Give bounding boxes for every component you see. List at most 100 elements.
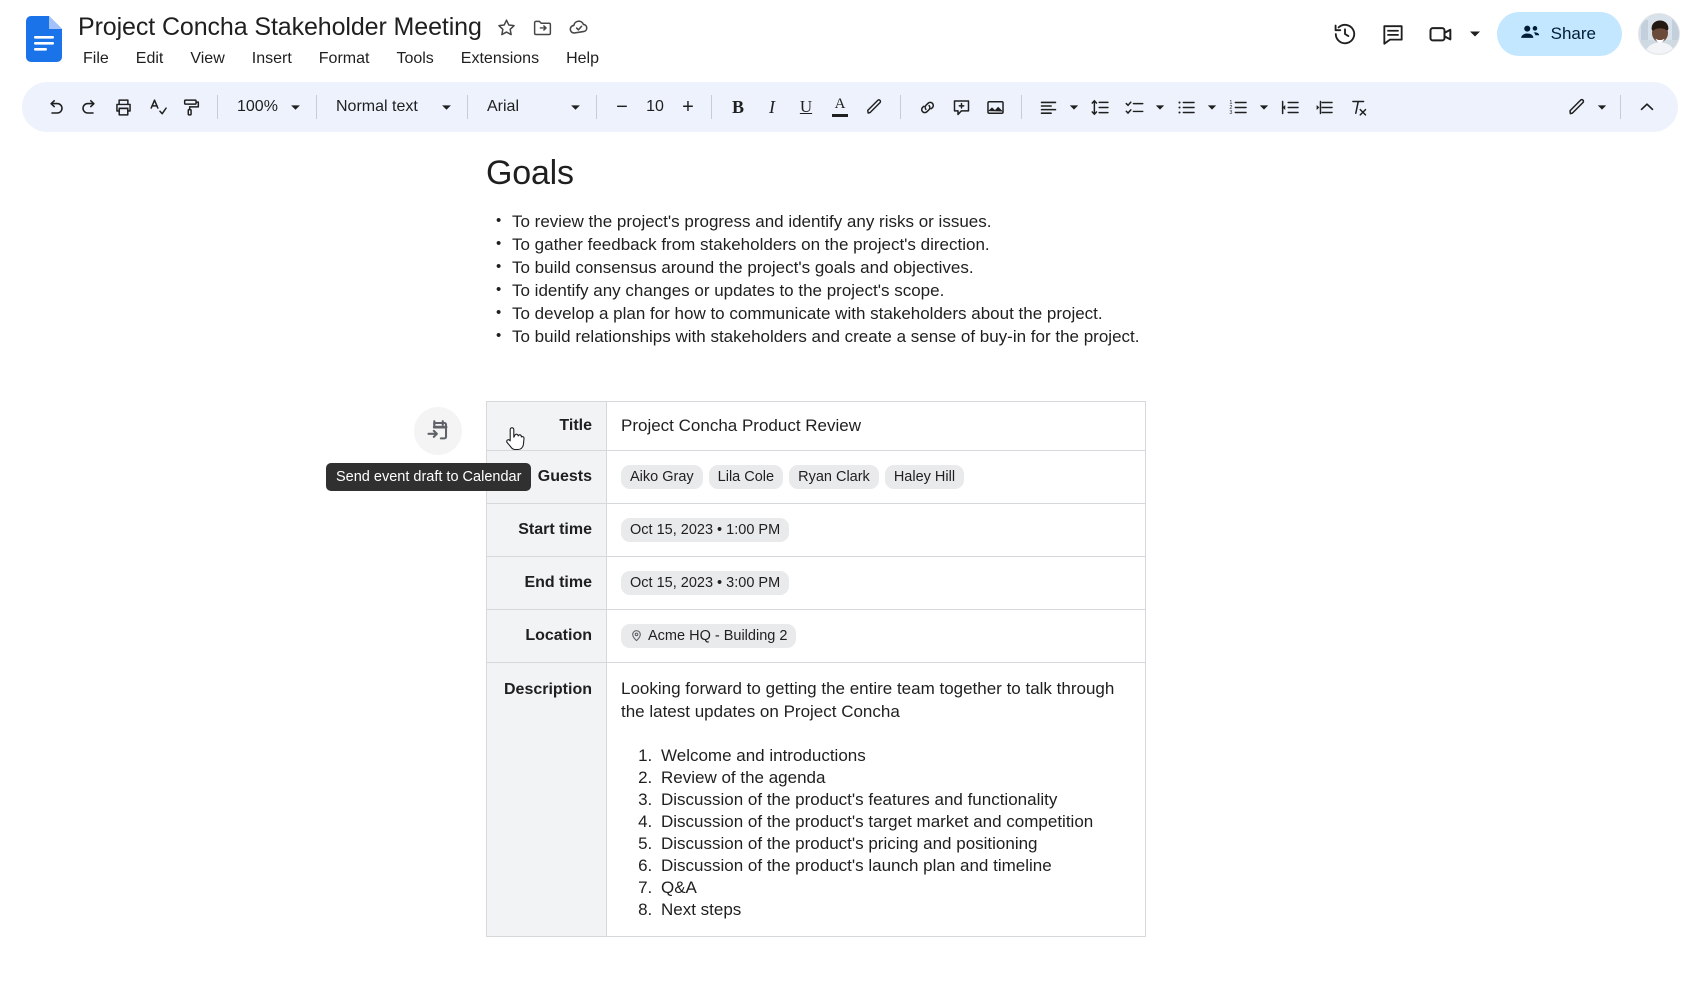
decrease-indent-icon[interactable] [1273, 90, 1307, 124]
row-value-title[interactable]: Project Concha Product Review [606, 400, 1146, 451]
edit-pencil-icon[interactable] [1559, 90, 1593, 124]
menu-help[interactable]: Help [563, 48, 602, 70]
table-row: Title Project Concha Product Review [486, 400, 1146, 451]
highlight-color-button[interactable] [857, 90, 891, 124]
text-color-button[interactable]: A [823, 90, 857, 124]
menu-insert[interactable]: Insert [249, 48, 295, 70]
guest-chip[interactable]: Lila Cole [708, 464, 784, 489]
redo-icon[interactable] [72, 90, 106, 124]
menu-file[interactable]: File [80, 48, 112, 70]
meet-camera-icon[interactable] [1417, 10, 1465, 58]
guest-chip[interactable]: Haley Hill [884, 464, 965, 489]
table-row: Location Acme HQ - Building 2 [486, 608, 1146, 663]
row-value-description[interactable]: Looking forward to getting the entire te… [606, 661, 1146, 937]
document-page: Goals To review the project's progress a… [0, 132, 1700, 937]
guest-chip[interactable]: Aiko Gray [621, 464, 703, 489]
zoom-value: 100% [237, 98, 278, 115]
align-icon[interactable] [1031, 90, 1065, 124]
bold-button[interactable]: B [721, 90, 755, 124]
row-label-description: Description [486, 661, 607, 937]
menu-format[interactable]: Format [316, 48, 373, 70]
send-event-draft-to-calendar-button[interactable] [414, 406, 462, 455]
chevron-down-icon [287, 104, 303, 111]
document-canvas[interactable]: Goals To review the project's progress a… [0, 132, 1700, 996]
toolbar-divider [1620, 95, 1621, 119]
font-selector[interactable]: Arial [477, 90, 587, 124]
line-spacing-icon[interactable] [1083, 90, 1117, 124]
paragraph-style-selector[interactable]: Normal text [326, 90, 458, 124]
font-size-input[interactable]: 10 [638, 98, 672, 116]
menu-view[interactable]: View [187, 48, 227, 70]
collapse-menus-icon[interactable] [1630, 90, 1664, 124]
numbered-list-chevron-down-icon[interactable] [1255, 90, 1273, 124]
location-chip-label: Acme HQ - Building 2 [648, 627, 788, 644]
list-item: Discussion of the product's target marke… [657, 811, 1131, 833]
bulleted-list-chevron-down-icon[interactable] [1203, 90, 1221, 124]
row-value-end-time[interactable]: Oct 15, 2023 • 3:00 PM [606, 555, 1146, 610]
event-draft-block: Send event draft to Calendar Title Proje… [326, 400, 1214, 938]
end-time-chip[interactable]: Oct 15, 2023 • 3:00 PM [621, 570, 790, 595]
description-paragraph: Looking forward to getting the entire te… [621, 678, 1115, 721]
toolbar-divider [217, 95, 218, 119]
spellcheck-icon[interactable] [140, 90, 174, 124]
row-value-guests[interactable]: Aiko Gray Lila Cole Ryan Clark Haley Hil… [606, 449, 1146, 504]
formatting-toolbar: 100% Normal text Arial − 10 + B I U A 1 … [22, 82, 1678, 132]
list-item: Q&A [657, 877, 1131, 899]
zoom-selector[interactable]: 100% [227, 90, 307, 124]
numbered-list-control: 1 2 3 [1221, 90, 1273, 124]
toolbar-right-group [1559, 90, 1664, 124]
italic-button[interactable]: I [755, 90, 789, 124]
align-chevron-down-icon[interactable] [1065, 90, 1083, 124]
row-label-title: Title [486, 400, 607, 451]
send-to-calendar-icon [427, 419, 448, 439]
undo-icon[interactable] [38, 90, 72, 124]
meet-chevron-down-icon[interactable] [1465, 17, 1485, 51]
print-icon[interactable] [106, 90, 140, 124]
cloud-saved-icon[interactable] [568, 16, 590, 38]
clear-formatting-icon[interactable] [1341, 90, 1375, 124]
numbered-list-icon[interactable]: 1 2 3 [1221, 90, 1255, 124]
document-content: Goals To review the project's progress a… [326, 154, 1214, 938]
menu-extensions[interactable]: Extensions [458, 48, 542, 70]
bulleted-list-icon[interactable] [1169, 90, 1203, 124]
editing-mode-chevron-down-icon[interactable] [1593, 90, 1611, 124]
google-docs-window: Project Concha Stakeholder Meeting File … [0, 0, 1700, 996]
toolbar-divider [900, 95, 901, 119]
row-value-start-time[interactable]: Oct 15, 2023 • 1:00 PM [606, 502, 1146, 557]
list-item: To develop a plan for how to communicate… [492, 302, 1214, 326]
chevron-down-icon [567, 104, 583, 111]
decrease-font-size-button[interactable]: − [608, 92, 636, 122]
increase-font-size-button[interactable]: + [674, 92, 702, 122]
account-avatar[interactable] [1638, 13, 1680, 55]
paint-format-icon[interactable] [174, 90, 208, 124]
align-control [1031, 90, 1083, 124]
underline-button[interactable]: U [789, 90, 823, 124]
menu-tools[interactable]: Tools [393, 48, 436, 70]
list-item: To build consensus around the project's … [492, 256, 1214, 280]
share-button[interactable]: Share [1496, 12, 1622, 56]
menu-edit[interactable]: Edit [133, 48, 167, 70]
star-icon[interactable] [496, 16, 518, 38]
increase-indent-icon[interactable] [1307, 90, 1341, 124]
header-actions: Share [1321, 10, 1680, 58]
insert-image-icon[interactable] [978, 90, 1012, 124]
list-item: To review the project's progress and ide… [492, 210, 1214, 234]
google-docs-logo-icon[interactable] [26, 16, 62, 62]
editing-mode-control [1559, 90, 1611, 124]
add-comment-icon[interactable] [944, 90, 978, 124]
start-time-chip[interactable]: Oct 15, 2023 • 1:00 PM [621, 517, 790, 542]
calendar-action-tooltip: Send event draft to Calendar [326, 462, 532, 491]
checklist-chevron-down-icon[interactable] [1151, 90, 1169, 124]
move-to-folder-icon[interactable] [532, 16, 554, 38]
location-chip[interactable]: Acme HQ - Building 2 [621, 623, 797, 648]
list-item: To build relationships with stakeholders… [492, 325, 1214, 349]
checklist-icon[interactable] [1117, 90, 1151, 124]
document-title[interactable]: Project Concha Stakeholder Meeting [78, 13, 482, 42]
insert-link-icon[interactable] [910, 90, 944, 124]
comment-history-icon[interactable] [1369, 10, 1417, 58]
row-value-location[interactable]: Acme HQ - Building 2 [606, 608, 1146, 663]
guest-chip[interactable]: Ryan Clark [789, 464, 879, 489]
share-people-icon [1519, 21, 1541, 48]
checklist-control [1117, 90, 1169, 124]
version-history-icon[interactable] [1321, 10, 1369, 58]
